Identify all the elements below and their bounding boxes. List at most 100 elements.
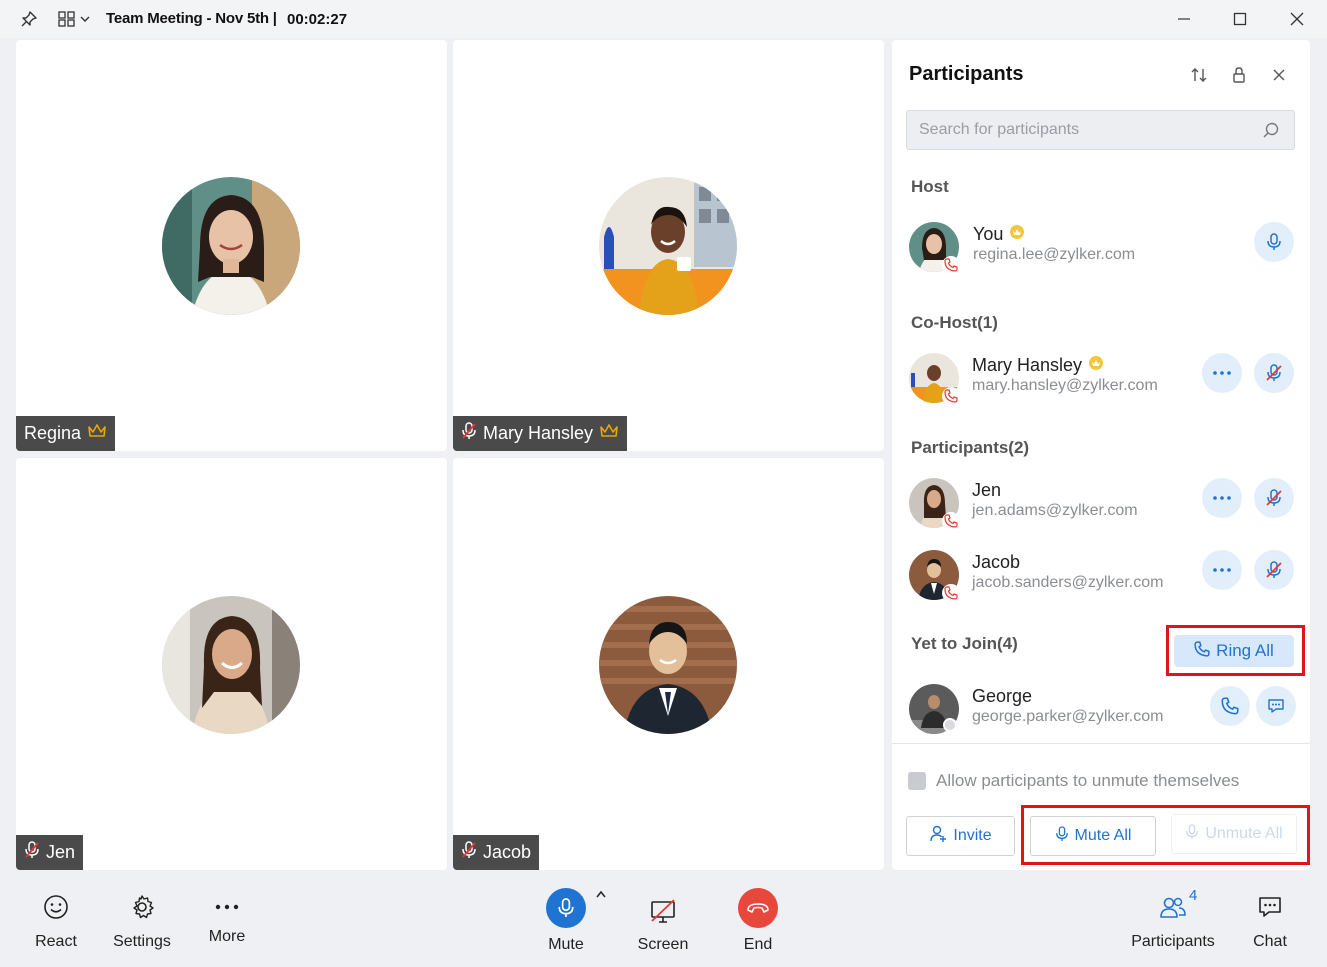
meeting-timer: 00:02:27 — [287, 11, 348, 28]
divider — [892, 743, 1310, 744]
end-call-button[interactable]: End — [737, 888, 779, 954]
participant-row-george: George george.parker@zylker.com — [909, 684, 1299, 736]
phone-call-icon — [942, 512, 960, 530]
crown-icon — [87, 423, 107, 444]
search-input[interactable] — [919, 120, 1249, 140]
video-tile-mary-hansley[interactable]: Mary Hansley — [453, 40, 884, 451]
participant-name: Mary Hansley — [483, 423, 594, 443]
lock-icon[interactable] — [1228, 64, 1250, 86]
mute-all-label: Mute All — [1074, 827, 1132, 844]
settings-button[interactable]: Settings — [111, 894, 173, 951]
participant-row-jacob: Jacob jacob.sanders@zylker.com — [909, 550, 1299, 602]
participant-email: george.parker@zylker.com — [972, 708, 1164, 725]
ring-all-button[interactable]: Ring All — [1174, 635, 1294, 667]
more-dots-icon — [215, 894, 239, 920]
search-box — [906, 110, 1295, 150]
participant-name: Regina — [24, 423, 82, 443]
avatar — [599, 596, 737, 734]
sort-icon[interactable] — [1188, 64, 1210, 86]
mute-button[interactable]: Mute — [544, 888, 588, 954]
crown-icon — [599, 423, 619, 444]
yet-to-join-section-label: Yet to Join(4) — [911, 634, 1018, 653]
mute-all-button[interactable]: Mute All — [1030, 816, 1156, 856]
title-bar: Team Meeting - Nov 5th | 00:02:27 — [0, 0, 1327, 38]
mute-label: Mute — [548, 936, 584, 953]
participant-name-tag: Jen — [16, 835, 84, 870]
phone-call-icon — [942, 256, 960, 274]
muted-mic-button[interactable] — [1254, 478, 1294, 518]
message-button[interactable] — [1256, 686, 1296, 726]
chat-icon — [1257, 894, 1283, 925]
muted-mic-icon — [461, 422, 477, 445]
mic-icon — [546, 888, 586, 928]
participant-email: jacob.sanders@zylker.com — [972, 574, 1164, 591]
participant-name: Jen — [46, 842, 76, 862]
participant-row-jen: Jen jen.adams@zylker.com — [909, 478, 1299, 530]
participant-name: You — [973, 224, 1025, 245]
video-tile-jacob[interactable]: Jacob — [453, 458, 884, 870]
host-section-label: Host — [911, 177, 949, 196]
react-label: React — [35, 933, 77, 950]
maximize-button[interactable] — [1227, 8, 1253, 30]
settings-label: Settings — [113, 933, 171, 950]
more-options-button[interactable] — [1202, 478, 1242, 518]
more-label: More — [208, 928, 246, 945]
gear-icon — [129, 894, 155, 925]
layout-grid-icon[interactable] — [58, 9, 92, 29]
participants-label: Participants — [1131, 933, 1215, 950]
avatar — [599, 177, 737, 315]
avatar — [162, 596, 300, 734]
smiley-icon — [43, 894, 69, 925]
hang-up-icon — [738, 888, 778, 928]
search-icon[interactable] — [1262, 121, 1280, 144]
invite-label: Invite — [953, 827, 992, 844]
chat-button[interactable]: Chat — [1247, 894, 1293, 951]
phone-icon — [1194, 640, 1210, 662]
mic-button[interactable] — [1254, 222, 1294, 262]
cohost-section-label: Co-Host(1) — [911, 313, 998, 332]
participants-button[interactable]: Participants — [1129, 894, 1217, 951]
invite-button[interactable]: Invite — [906, 816, 1015, 856]
muted-mic-icon — [461, 841, 477, 864]
close-window-button[interactable] — [1284, 8, 1310, 30]
video-tile-regina[interactable]: Regina — [16, 40, 447, 451]
participant-name-tag: Mary Hansley — [453, 416, 628, 451]
unmute-all-label: Unmute All — [1205, 825, 1283, 842]
meeting-title: Team Meeting - Nov 5th | — [106, 10, 277, 27]
pin-icon[interactable] — [18, 9, 40, 29]
muted-mic-button[interactable] — [1254, 550, 1294, 590]
participants-panel: Participants Host You regina.lee@zylker.… — [892, 40, 1310, 870]
close-panel-icon[interactable] — [1268, 64, 1290, 86]
host-badge-icon — [1009, 224, 1025, 245]
participant-name-tag: Regina — [16, 416, 116, 451]
allow-unmute-checkbox[interactable] — [908, 772, 926, 790]
react-button[interactable]: React — [30, 894, 82, 951]
participant-name-tag: Jacob — [453, 835, 540, 870]
participant-email: mary.hansley@zylker.com — [972, 377, 1158, 394]
chat-label: Chat — [1253, 933, 1287, 950]
screen-share-button[interactable]: Screen — [634, 892, 692, 954]
muted-mic-icon — [24, 841, 40, 864]
participant-name: Mary Hansley — [972, 355, 1104, 376]
allow-unmute-row: Allow participants to unmute themselves — [908, 771, 1239, 791]
add-user-icon — [929, 825, 947, 848]
phone-call-icon — [942, 584, 960, 602]
unmute-all-button[interactable]: Unmute All — [1171, 814, 1297, 854]
more-options-button[interactable] — [1202, 353, 1242, 393]
video-tile-jen[interactable]: Jen — [16, 458, 447, 870]
more-options-button[interactable] — [1202, 550, 1242, 590]
minimize-button[interactable] — [1171, 8, 1197, 30]
muted-mic-button[interactable] — [1254, 353, 1294, 393]
more-button[interactable]: More — [204, 894, 250, 946]
participant-name: Jacob — [972, 552, 1021, 572]
participant-email: regina.lee@zylker.com — [973, 246, 1136, 263]
panel-title: Participants — [909, 63, 1024, 85]
mic-icon — [1055, 825, 1069, 847]
ring-all-label: Ring All — [1216, 641, 1274, 660]
participant-email: jen.adams@zylker.com — [972, 502, 1138, 519]
call-button[interactable] — [1210, 686, 1250, 726]
mic-options-chevron-icon[interactable] — [595, 886, 607, 904]
offline-status-dot — [943, 718, 957, 732]
screen-share-off-icon — [643, 892, 683, 932]
participants-section-label: Participants(2) — [911, 438, 1030, 457]
